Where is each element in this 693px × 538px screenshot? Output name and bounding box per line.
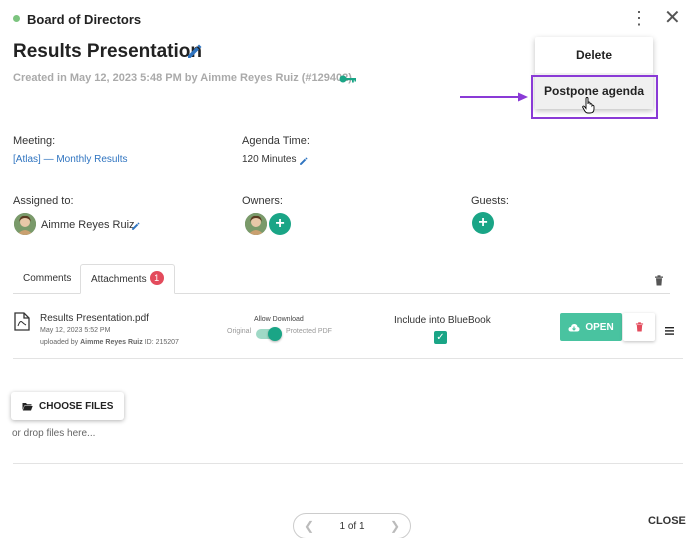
edit-assigned-icon[interactable] xyxy=(131,218,141,236)
toggle-original-label: Original xyxy=(227,328,252,335)
toggle-protected-label: Protected PDF xyxy=(286,328,332,335)
page-title: Results Presentation xyxy=(13,41,202,62)
uploaded-by-prefix: uploaded by xyxy=(40,339,79,346)
open-label: OPEN xyxy=(585,321,614,333)
choose-files-label: CHOOSE FILES xyxy=(39,400,114,412)
close-button[interactable]: CLOSE xyxy=(648,515,686,527)
file-name[interactable]: Results Presentation.pdf xyxy=(40,313,149,324)
agenda-time-label: Agenda Time: xyxy=(242,135,310,147)
uploaded-by-name: Aimme Reyes Ruiz xyxy=(80,339,143,346)
bluebook-label: Include into BlueBook xyxy=(394,315,491,326)
cloud-download-icon xyxy=(568,323,580,331)
uploaded-by: uploaded by Aimme Reyes Ruiz ID: 215207 xyxy=(40,339,179,346)
add-guest-button[interactable]: + xyxy=(472,212,494,234)
assigned-name: Aimme Reyes Ruiz xyxy=(41,219,135,231)
prev-page-icon[interactable]: ❮ xyxy=(304,519,314,533)
more-options-icon[interactable]: ⋮ xyxy=(630,9,648,27)
edit-title-icon[interactable] xyxy=(186,42,204,65)
meeting-label: Meeting: xyxy=(13,135,56,147)
drag-handle-icon[interactable] xyxy=(665,322,674,340)
pagination: ❮ 1 of 1 ❯ xyxy=(293,513,411,538)
choose-files-button[interactable]: CHOOSE FILES xyxy=(11,392,125,420)
next-page-icon[interactable]: ❯ xyxy=(390,519,400,533)
board-name: Board of Directors xyxy=(27,12,142,27)
tab-comments[interactable]: Comments xyxy=(13,264,81,293)
close-icon[interactable]: ✕ xyxy=(664,8,681,28)
add-owner-button[interactable]: + xyxy=(269,213,291,235)
delete-file-button[interactable] xyxy=(623,313,655,341)
folder-open-icon xyxy=(22,402,33,410)
trash-icon xyxy=(635,322,643,332)
avatar xyxy=(14,213,36,235)
attachments-count-badge: 1 xyxy=(149,271,164,285)
divider xyxy=(13,358,683,359)
bluebook-checkbox[interactable]: ✓ xyxy=(434,331,447,344)
hand-cursor-icon xyxy=(582,97,595,119)
annotation-arrow xyxy=(460,90,530,108)
guests-label: Guests: xyxy=(471,195,509,207)
tab-attachments-label: Attachments xyxy=(91,274,147,285)
tab-attachments[interactable]: Attachments 1 xyxy=(80,264,175,294)
trash-all-icon[interactable] xyxy=(654,273,664,291)
pdf-file-icon xyxy=(14,312,30,336)
created-meta: Created in May 12, 2023 5:48 PM by Aimme… xyxy=(13,72,352,84)
page-indicator: 1 of 1 xyxy=(339,520,365,532)
divider-bottom xyxy=(13,463,683,464)
open-button[interactable]: OPEN xyxy=(560,313,622,341)
meeting-link[interactable]: [Atlas] — Monthly Results xyxy=(13,154,127,165)
edit-time-icon[interactable] xyxy=(299,153,309,171)
assigned-label: Assigned to: xyxy=(13,195,74,207)
owner-avatar xyxy=(245,213,267,235)
allow-download-label: Allow Download xyxy=(254,316,304,323)
drop-zone-text[interactable]: or drop files here... xyxy=(12,428,95,439)
file-date: May 12, 2023 5:52 PM xyxy=(40,327,111,334)
file-id: ID: 215207 xyxy=(144,339,179,346)
key-icon[interactable] xyxy=(339,72,357,90)
status-dot xyxy=(13,15,20,22)
toggle-knob[interactable] xyxy=(268,327,282,341)
agenda-time-value: 120 Minutes xyxy=(242,154,297,165)
owners-label: Owners: xyxy=(242,195,283,207)
menu-item-delete[interactable]: Delete xyxy=(535,37,653,73)
